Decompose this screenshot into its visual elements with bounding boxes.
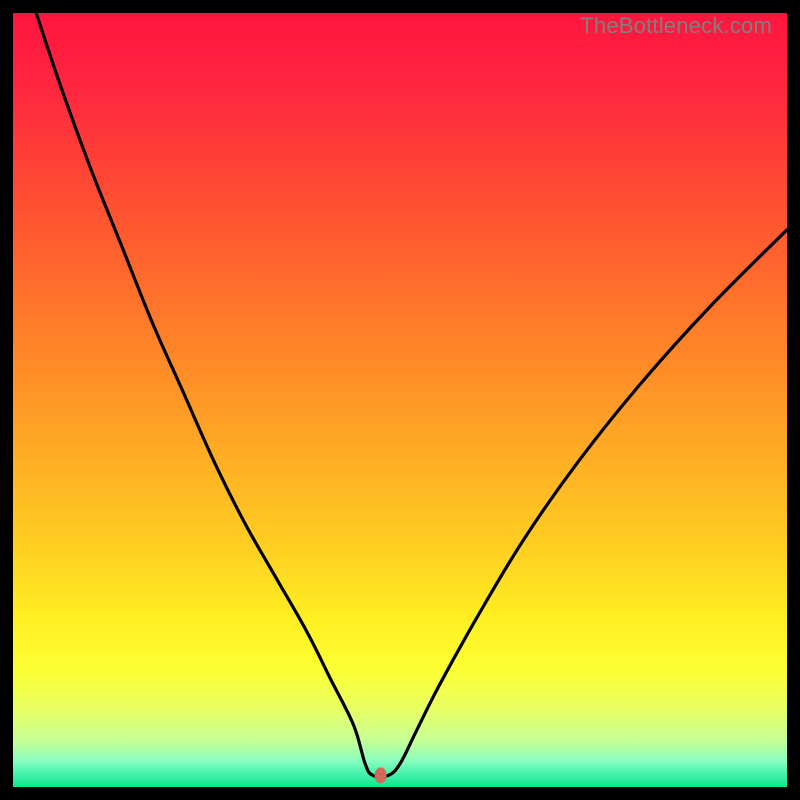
optimal-point-marker: [375, 767, 387, 783]
gradient-background: [13, 13, 787, 787]
chart-frame: TheBottleneck.com: [13, 13, 787, 787]
bottleneck-chart: [13, 13, 787, 787]
watermark-text: TheBottleneck.com: [580, 13, 772, 39]
